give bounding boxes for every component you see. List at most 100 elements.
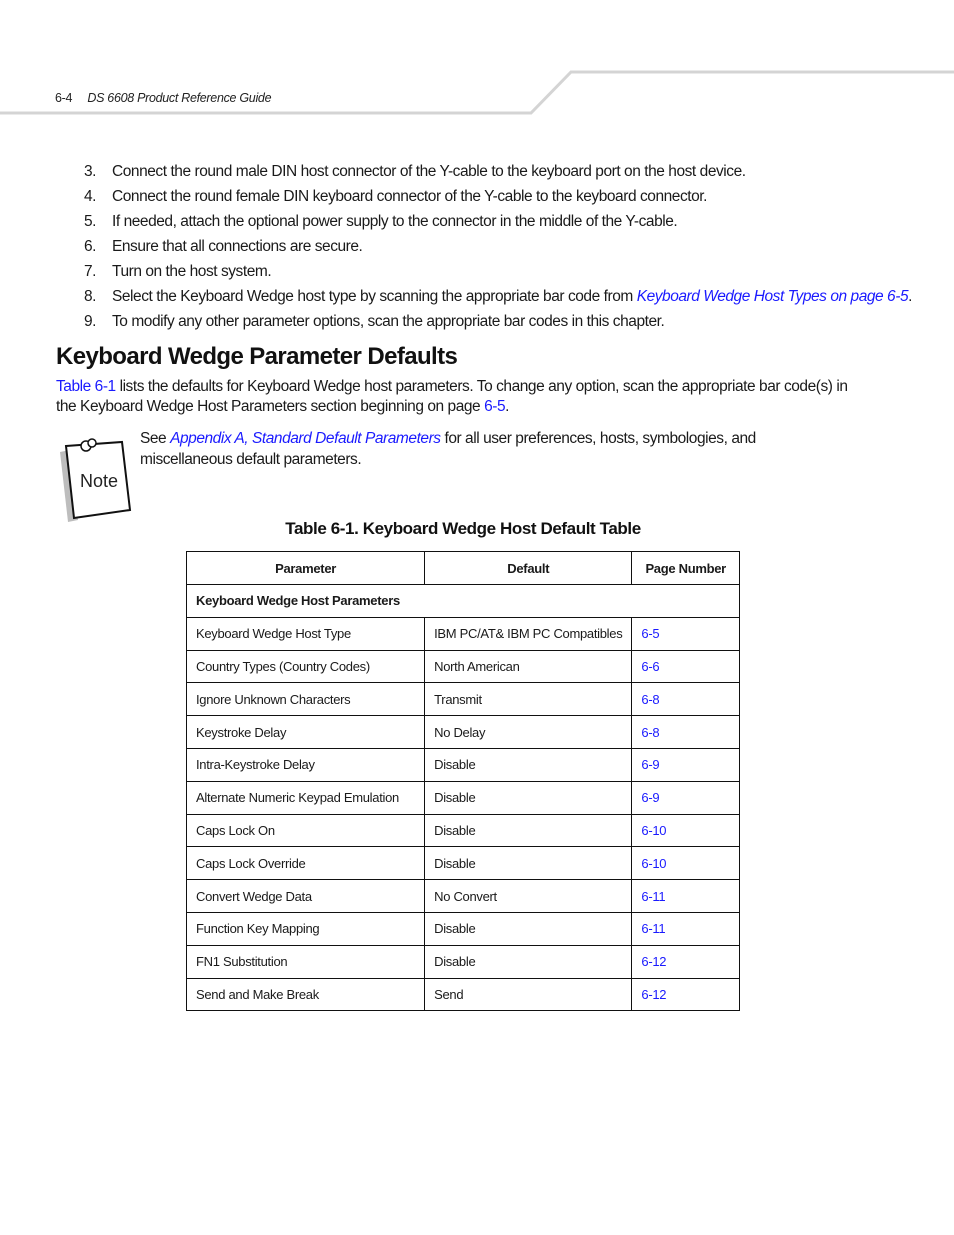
parameter-cell: Function Key Mapping bbox=[185, 911, 426, 946]
page-cell: 6-5 bbox=[631, 616, 740, 651]
parameter-cell: Keystroke Delay bbox=[185, 715, 426, 749]
page-cell: 6-8 bbox=[631, 715, 740, 749]
page-link[interactable]: 6-8 bbox=[641, 725, 659, 740]
default-cell: Disable bbox=[424, 846, 633, 881]
parameter-cell: Country Types (Country Codes) bbox=[185, 649, 426, 684]
page-number: 6-4 bbox=[55, 91, 73, 105]
appendix-link[interactable]: Appendix A, Standard Default Parameters bbox=[170, 430, 441, 447]
group-label: Keyboard Wedge Host Parameters bbox=[186, 584, 740, 618]
page-link[interactable]: 6-9 bbox=[641, 757, 659, 772]
page-link[interactable]: 6-11 bbox=[641, 889, 665, 904]
page-cell: 6-12 bbox=[631, 977, 740, 1012]
section-title: Keyboard Wedge Parameter Defaults bbox=[56, 343, 458, 370]
page-cell: 6-9 bbox=[631, 747, 740, 782]
header-default: Default bbox=[424, 551, 633, 585]
default-cell: IBM PC/AT& IBM PC Compatibles bbox=[424, 616, 633, 651]
table-row: FN1 Substitution Disable 6-12 bbox=[185, 944, 740, 979]
note-icon: Note bbox=[60, 438, 132, 522]
parameter-cell: Keyboard Wedge Host Type bbox=[185, 616, 426, 651]
table-row: Caps Lock Override Disable 6-10 bbox=[185, 846, 740, 881]
page-cell: 6-6 bbox=[631, 649, 740, 684]
page-cell: 6-11 bbox=[631, 879, 740, 913]
default-cell: Disable bbox=[424, 747, 633, 782]
table-row: Keyboard Wedge Host Type IBM PC/AT& IBM P… bbox=[185, 616, 740, 651]
table-row: Intra-Keystroke Delay Disable 6-9 bbox=[185, 747, 740, 782]
header-parameter: Parameter bbox=[185, 551, 426, 585]
parameter-cell: Intra-Keystroke Delay bbox=[185, 747, 426, 782]
table-ref-link[interactable]: Table 6-1 bbox=[56, 378, 116, 395]
note-label: Note bbox=[80, 471, 118, 491]
default-cell: No Delay bbox=[424, 715, 633, 749]
parameter-cell: Ignore Unknown Characters bbox=[185, 682, 426, 717]
default-cell: No Convert bbox=[424, 879, 633, 913]
page-link[interactable]: 6-12 bbox=[641, 954, 666, 969]
table-header-row: Parameter Default Page Number bbox=[185, 551, 740, 585]
step-text: If needed, attach the optional power sup… bbox=[112, 213, 678, 230]
step-number: 4. bbox=[84, 188, 97, 205]
step-number: 6. bbox=[84, 238, 97, 255]
parameter-cell: Caps Lock Override bbox=[185, 846, 426, 881]
guide-title: DS 6608 Product Reference Guide bbox=[87, 91, 272, 105]
page-cell: 6-10 bbox=[631, 846, 740, 881]
step-text: Ensure that all connections are secure. bbox=[112, 238, 363, 255]
default-cell: Disable bbox=[424, 780, 633, 815]
default-cell: Disable bbox=[424, 911, 633, 946]
parameter-cell: FN1 Substitution bbox=[185, 944, 426, 979]
page-link[interactable]: 6-10 bbox=[641, 856, 666, 871]
page-cell: 6-8 bbox=[631, 682, 740, 717]
table-row: Send and Make Break Send 6-12 bbox=[185, 977, 740, 1012]
table-row: Function Key Mapping Disable 6-11 bbox=[185, 911, 740, 946]
page-link[interactable]: 6-12 bbox=[641, 987, 666, 1002]
host-types-link[interactable]: Keyboard Wedge Host Types on page 6-5 bbox=[637, 288, 909, 305]
header-page-number: Page Number bbox=[631, 551, 740, 585]
parameter-cell: Caps Lock On bbox=[185, 813, 426, 848]
default-cell: Send bbox=[424, 977, 633, 1012]
intro-end: . bbox=[505, 398, 510, 415]
intro-text: lists the defaults for Keyboard Wedge ho… bbox=[56, 378, 848, 415]
page-cell: 6-10 bbox=[631, 813, 740, 848]
page-cell: 6-11 bbox=[631, 911, 740, 946]
table-caption: Table 6-1. Keyboard Wedge Host Default T… bbox=[285, 519, 641, 538]
default-cell: North American bbox=[424, 649, 633, 684]
section-intro: Table 6-1 lists the defaults for Keyboar… bbox=[56, 377, 856, 417]
note-prefix: See bbox=[140, 430, 171, 447]
step-text-body: Select the Keyboard Wedge host type by s… bbox=[112, 288, 637, 305]
table-group-row: Keyboard Wedge Host Parameters bbox=[186, 584, 740, 618]
step-text: Connect the round female DIN keyboard co… bbox=[112, 188, 707, 205]
page-link[interactable]: 6-10 bbox=[641, 823, 666, 838]
default-cell: Transmit bbox=[424, 682, 633, 717]
note-text: See Appendix A, Standard Default Paramet… bbox=[140, 428, 760, 470]
step-text: Turn on the host system. bbox=[112, 263, 272, 280]
page-cell: 6-9 bbox=[631, 780, 740, 815]
step-text: Connect the round male DIN host connecto… bbox=[112, 163, 746, 180]
table-row: Keystroke Delay No Delay 6-8 bbox=[185, 715, 740, 749]
page-link[interactable]: 6-8 bbox=[641, 692, 659, 707]
parameter-cell: Send and Make Break bbox=[185, 977, 426, 1012]
table-row: Caps Lock On Disable 6-10 bbox=[185, 813, 740, 848]
parameter-cell: Alternate Numeric Keypad Emulation bbox=[185, 780, 426, 815]
page-link[interactable]: 6-6 bbox=[641, 659, 659, 674]
step-number: 8. bbox=[84, 288, 97, 305]
step-text: To modify any other parameter options, s… bbox=[112, 313, 665, 330]
running-header: 6-4 DS 6608 Product Reference Guide bbox=[55, 91, 272, 105]
step-text: Select the Keyboard Wedge host type by s… bbox=[112, 288, 912, 306]
header-rule bbox=[0, 70, 954, 115]
page-link[interactable]: 6-9 bbox=[641, 790, 659, 805]
table-row: Country Types (Country Codes) North Ameri… bbox=[185, 649, 740, 684]
table-row: Ignore Unknown Characters Transmit 6-8 bbox=[185, 682, 740, 717]
page-cell: 6-12 bbox=[631, 944, 740, 979]
step-number: 5. bbox=[84, 213, 97, 230]
table-row: Alternate Numeric Keypad Emulation Disabl… bbox=[185, 780, 740, 815]
step-number: 9. bbox=[84, 313, 97, 330]
default-cell: Disable bbox=[424, 944, 633, 979]
page-link[interactable]: 6-11 bbox=[641, 921, 665, 936]
page-ref-link[interactable]: 6-5 bbox=[484, 398, 506, 415]
table-row: Convert Wedge Data No Convert 6-11 bbox=[185, 879, 740, 913]
step-number: 7. bbox=[84, 263, 97, 280]
page-link[interactable]: 6-5 bbox=[641, 626, 659, 641]
default-cell: Disable bbox=[424, 813, 633, 848]
defaults-table: Parameter Default Page Number Keyboard W… bbox=[185, 551, 740, 1012]
step-number: 3. bbox=[84, 163, 97, 180]
parameter-cell: Convert Wedge Data bbox=[185, 879, 426, 913]
step-text-end: . bbox=[908, 288, 912, 305]
